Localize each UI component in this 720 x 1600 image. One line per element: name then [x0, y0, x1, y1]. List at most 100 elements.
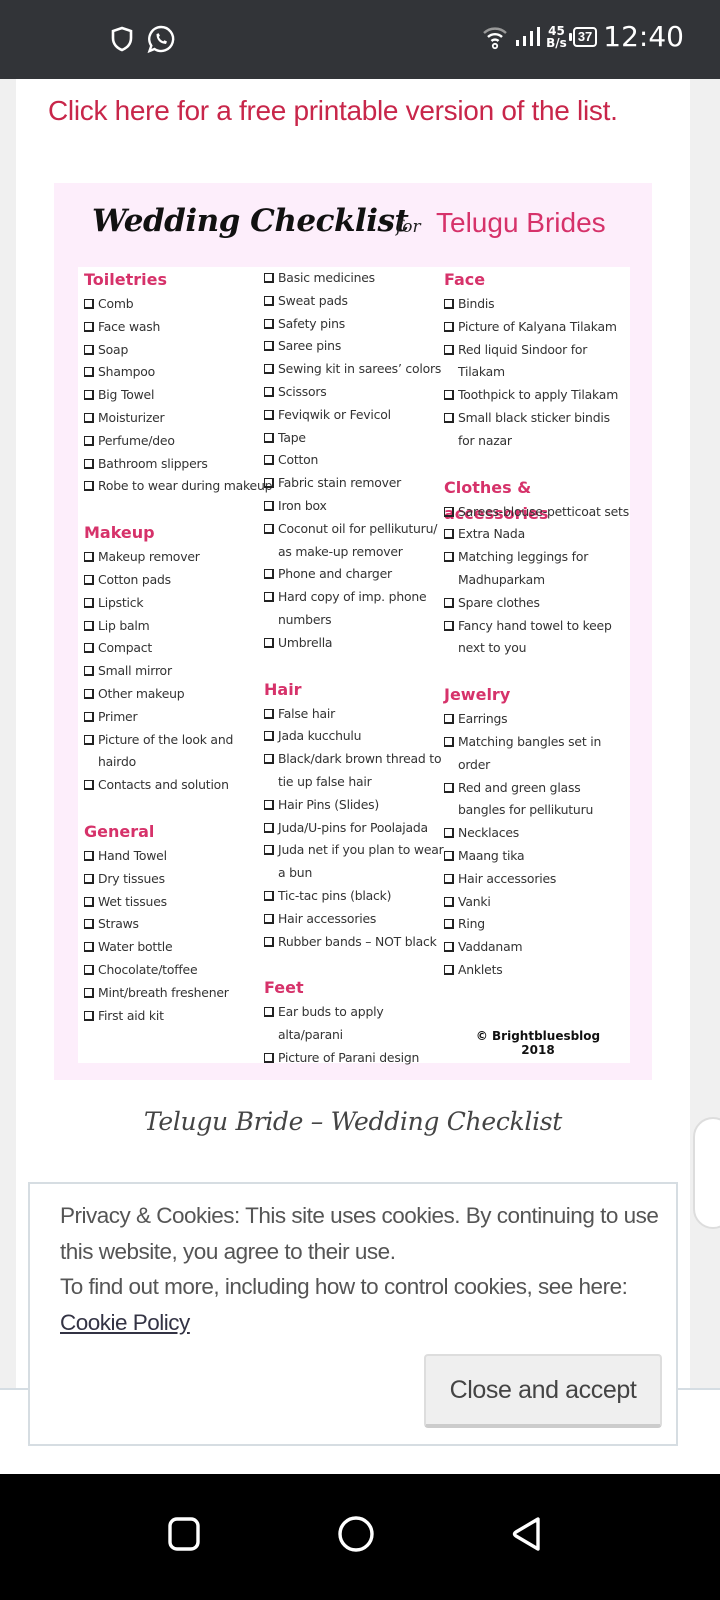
- checkbox-icon: [84, 964, 94, 975]
- checklist-item: Sarees-blouse-petticoat sets: [444, 501, 630, 524]
- back-button[interactable]: [498, 1504, 558, 1564]
- checkbox-icon: [444, 344, 454, 355]
- checklist-item-label: Picture of Parani design: [278, 1049, 420, 1065]
- checkbox-icon: [84, 873, 94, 884]
- checkbox-icon: [444, 964, 454, 975]
- checkbox-icon: [444, 321, 454, 332]
- checkbox-icon: [264, 409, 274, 420]
- checkbox-icon: [84, 666, 94, 677]
- checklist-item: Scissors: [264, 381, 444, 404]
- checklist-section-title: Face: [444, 270, 486, 289]
- checklist-item: First aid kit: [84, 1005, 264, 1028]
- checkbox-icon: [84, 620, 94, 631]
- checkbox-icon: [444, 529, 454, 540]
- checklist-item-label: Juda net if you plan to wear a bun: [278, 842, 444, 881]
- checklist-item-label: Ear buds to apply alta/parani: [278, 1004, 384, 1043]
- checklist-item: Ring: [444, 913, 630, 936]
- cookie-policy-link[interactable]: Cookie Policy: [60, 1310, 190, 1335]
- checklist-item: Picture of the look and hairdo: [84, 729, 264, 775]
- side-drawer-handle[interactable]: [693, 1117, 720, 1229]
- checklist-item-label: Contacts and solution: [98, 777, 229, 793]
- checkbox-icon: [84, 367, 94, 378]
- checklist-item-label: Chocolate/toffee: [98, 961, 198, 977]
- checklist-item-label: Spare clothes: [458, 594, 540, 610]
- checklist-item: Small mirror: [84, 660, 264, 683]
- checkbox-icon: [84, 734, 94, 745]
- back-triangle-icon: [512, 1517, 540, 1551]
- network-speed-value: 45: [548, 23, 565, 38]
- battery-icon: 37: [568, 26, 598, 47]
- checkbox-icon: [444, 942, 454, 953]
- checklist-item: Other makeup: [84, 683, 264, 706]
- checkbox-icon: [264, 822, 274, 833]
- checklist-item: Jada kucchulu: [264, 725, 444, 748]
- network-speed: 45 B/s: [546, 25, 567, 49]
- checklist-item: Coconut oil for pellikuturu/ as make-up …: [264, 518, 444, 564]
- checklist-item-label: Red liquid Sindoor for Tilakam: [458, 341, 588, 380]
- close-and-accept-button[interactable]: Close and accept: [424, 1354, 662, 1428]
- checkbox-icon: [444, 620, 454, 631]
- checklist-item: Hair accessories: [264, 908, 444, 931]
- system-indicators: 45 B/s 37 12:40: [482, 20, 684, 53]
- checklist-item: Fancy hand towel to keep next to you: [444, 615, 630, 661]
- checkbox-icon: [264, 341, 274, 352]
- checkbox-icon: [264, 318, 274, 329]
- checklist-item: Red liquid Sindoor for Tilakam: [444, 339, 630, 385]
- notification-icons: [110, 24, 176, 54]
- checklist-item: Rubber bands – NOT black: [264, 931, 444, 954]
- checklist-title: Wedding Checklist for Telugu Brides: [92, 203, 632, 253]
- checkbox-icon: [444, 714, 454, 725]
- checklist-title-brides: Telugu Brides: [436, 207, 606, 238]
- checklist-item: Picture of Kalyana Tilakam: [444, 316, 630, 339]
- checklist-item: Safety pins: [264, 313, 444, 336]
- recents-button[interactable]: [154, 1504, 214, 1564]
- checklist-item: False hair: [264, 703, 444, 726]
- checkbox-icon: [84, 850, 94, 861]
- checkbox-icon: [84, 711, 94, 722]
- checklist-item: Contacts and solution: [84, 774, 264, 797]
- checklist-item-label: Straws: [98, 916, 139, 932]
- checklist-item-label: Vaddanam: [458, 939, 523, 955]
- signal-icon: [516, 26, 541, 46]
- checklist-item: Maang tika: [444, 845, 630, 868]
- checklist-item: Hair accessories: [444, 868, 630, 891]
- checklist-item: Anklets: [444, 959, 630, 982]
- checklist-item: Moisturizer: [84, 407, 264, 430]
- checklist-section-title: Clothes & accessories: [444, 477, 549, 523]
- checklist-item: Cotton: [264, 449, 444, 472]
- checklist-section-title: Feet: [264, 978, 304, 998]
- checkbox-icon: [264, 799, 274, 810]
- checkbox-icon: [264, 364, 274, 375]
- checklist-item: Sewing kit in sarees’ colors: [264, 358, 444, 381]
- checklist-section-title: Toiletries: [84, 270, 167, 289]
- checklist-body: Toiletries Comb Face wash Soap Shampoo Big To…: [78, 267, 630, 1065]
- checklist-item: Straws: [84, 913, 264, 936]
- checklist-item: Face wash: [84, 316, 264, 339]
- checklist-item-label: Feviqwik or Fevicol: [278, 406, 391, 422]
- copyright-notice: © Brightbluesblog 2018: [468, 1029, 608, 1057]
- checkbox-icon: [84, 344, 94, 355]
- checklist-item: Earrings: [444, 708, 630, 731]
- checkbox-icon: [84, 299, 94, 309]
- checklist-item-label: Anklets: [458, 961, 503, 977]
- checkbox-icon: [444, 850, 454, 861]
- checklist-item: Fabric stain remover: [264, 472, 444, 495]
- checklist-item: Wet tissues: [84, 891, 264, 914]
- checklist-item: Cotton pads: [84, 569, 264, 592]
- printable-version-link[interactable]: Click here for a free printable version …: [48, 95, 618, 127]
- checklist-item: Tape: [264, 427, 444, 450]
- checklist-item-label: Hair accessories: [458, 870, 557, 886]
- status-bar: 45 B/s 37 12:40: [0, 0, 720, 79]
- checklist-item: Phone and charger: [264, 563, 444, 586]
- checklist-item: Dry tissues: [84, 868, 264, 891]
- shield-icon: [111, 26, 133, 52]
- checkbox-icon: [444, 828, 454, 839]
- checkbox-icon: [84, 942, 94, 953]
- checkbox-icon: [264, 386, 274, 397]
- checkbox-icon: [84, 552, 94, 563]
- home-button[interactable]: [326, 1504, 386, 1564]
